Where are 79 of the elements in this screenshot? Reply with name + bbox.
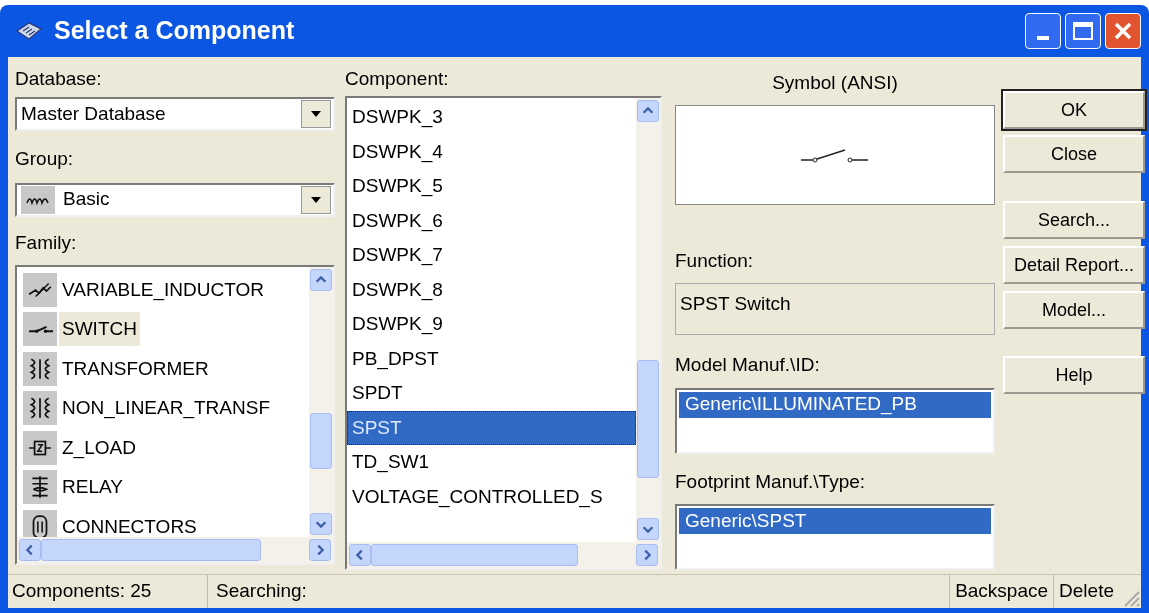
scroll-up-button[interactable]: [310, 269, 332, 291]
component-item[interactable]: DSWPK_8: [347, 272, 636, 307]
field-label: Database:: [15, 69, 103, 88]
caret-icon: [310, 110, 322, 118]
component-item[interactable]: VOLTAGE_CONTROLLED_S: [347, 479, 636, 514]
horizontal-scrollbar[interactable]: [17, 537, 333, 563]
dropdown-arrow-button[interactable]: [301, 100, 331, 128]
dialog-button[interactable]: Detail Report...: [1003, 246, 1145, 284]
dropdown[interactable]: Basic: [15, 182, 335, 217]
field-label: Footprint Manuf.\Type:: [675, 470, 866, 492]
scroll-left-button[interactable]: [19, 539, 41, 561]
scroll-thumb[interactable]: [41, 539, 261, 561]
family-item[interactable]: TRANSFORMER: [59, 351, 212, 386]
dropdown-value: Basic: [63, 187, 111, 212]
dialog-button[interactable]: Search...: [1003, 201, 1145, 239]
switch-icon: [23, 312, 57, 347]
component-item[interactable]: TD_SW1: [347, 445, 636, 480]
relay-icon: [23, 470, 57, 505]
status-text: Backspace: [949, 575, 1054, 608]
vertical-scrollbar[interactable]: [309, 267, 333, 537]
field-label: Function:: [675, 250, 754, 272]
field-label: Model Manuf.\ID:: [675, 354, 820, 375]
connector-icon: [23, 509, 57, 537]
scroll-thumb[interactable]: [637, 359, 659, 479]
family-item[interactable]: NON_LINEAR_TRANSF: [59, 391, 273, 426]
component-item[interactable]: DSWPK_4: [347, 134, 636, 169]
dialog-button[interactable]: Close: [1003, 135, 1145, 173]
field-label: Symbol (ANSI): [772, 72, 898, 93]
status-text: Searching:: [215, 579, 308, 604]
transformer-icon: [23, 351, 57, 386]
maximize-button[interactable]: [1065, 13, 1101, 49]
family-item[interactable]: CONNECTORS: [59, 509, 200, 537]
waveform-icon: [21, 185, 55, 214]
field-label: Group:: [15, 148, 74, 169]
status-text: Components: 25: [8, 575, 208, 608]
family-item[interactable]: Z_LOAD: [59, 430, 139, 465]
status-text: Delete: [1053, 575, 1119, 608]
load-icon: [23, 430, 57, 465]
inductor-icon: [23, 272, 57, 307]
scroll-right-button[interactable]: [309, 539, 331, 561]
close-icon: [1113, 21, 1133, 41]
dialog-button[interactable]: Help: [1003, 356, 1145, 394]
list-item[interactable]: Generic\ILLUMINATED_PB: [679, 391, 991, 418]
transformer-icon: [23, 391, 57, 426]
field-label: Family:: [15, 231, 77, 253]
field-label: Component:: [345, 69, 450, 88]
dropdown[interactable]: Master Database: [15, 97, 335, 131]
component-item[interactable]: DSWPK_6: [347, 203, 636, 238]
window-title: Select a Component: [54, 15, 295, 47]
horizontal-scrollbar[interactable]: [347, 542, 660, 568]
dropdown-arrow-button[interactable]: [301, 185, 331, 214]
component-item[interactable]: DSWPK_7: [347, 238, 636, 273]
function-value: SPST Switch: [680, 292, 791, 314]
scroll-down-button[interactable]: [310, 513, 332, 535]
list-item[interactable]: Generic\SPST: [679, 508, 991, 534]
component-item[interactable]: DSWPK_5: [347, 169, 636, 204]
scroll-thumb[interactable]: [371, 544, 578, 566]
list-box[interactable]: Generic\SPST: [675, 504, 995, 570]
list-box[interactable]: Generic\ILLUMINATED_PB: [675, 387, 995, 454]
family-item[interactable]: SWITCH: [59, 312, 140, 347]
dropdown-value: Master Database: [21, 101, 167, 126]
scroll-right-button[interactable]: [636, 544, 658, 566]
minimize-button[interactable]: [1025, 13, 1061, 49]
scroll-thumb[interactable]: [310, 413, 332, 469]
dialog-button[interactable]: Model...: [1003, 291, 1145, 329]
scroll-left-button[interactable]: [349, 544, 371, 566]
component-item[interactable]: SPST: [347, 410, 636, 445]
dialog-button[interactable]: OK: [1003, 91, 1145, 129]
component-item[interactable]: DSWPK_3: [347, 100, 636, 135]
vertical-scrollbar[interactable]: [636, 98, 660, 542]
scroll-down-button[interactable]: [637, 518, 659, 540]
scroll-up-button[interactable]: [637, 100, 659, 122]
close-button[interactable]: [1105, 13, 1141, 49]
component-item[interactable]: PB_DPST: [347, 341, 636, 376]
family-item[interactable]: VARIABLE_INDUCTOR: [59, 272, 267, 307]
caret-icon: [310, 195, 322, 204]
family-item[interactable]: RELAY: [59, 470, 126, 505]
component-item[interactable]: DSWPK_9: [347, 307, 636, 342]
component-item[interactable]: SPDT: [347, 376, 636, 411]
